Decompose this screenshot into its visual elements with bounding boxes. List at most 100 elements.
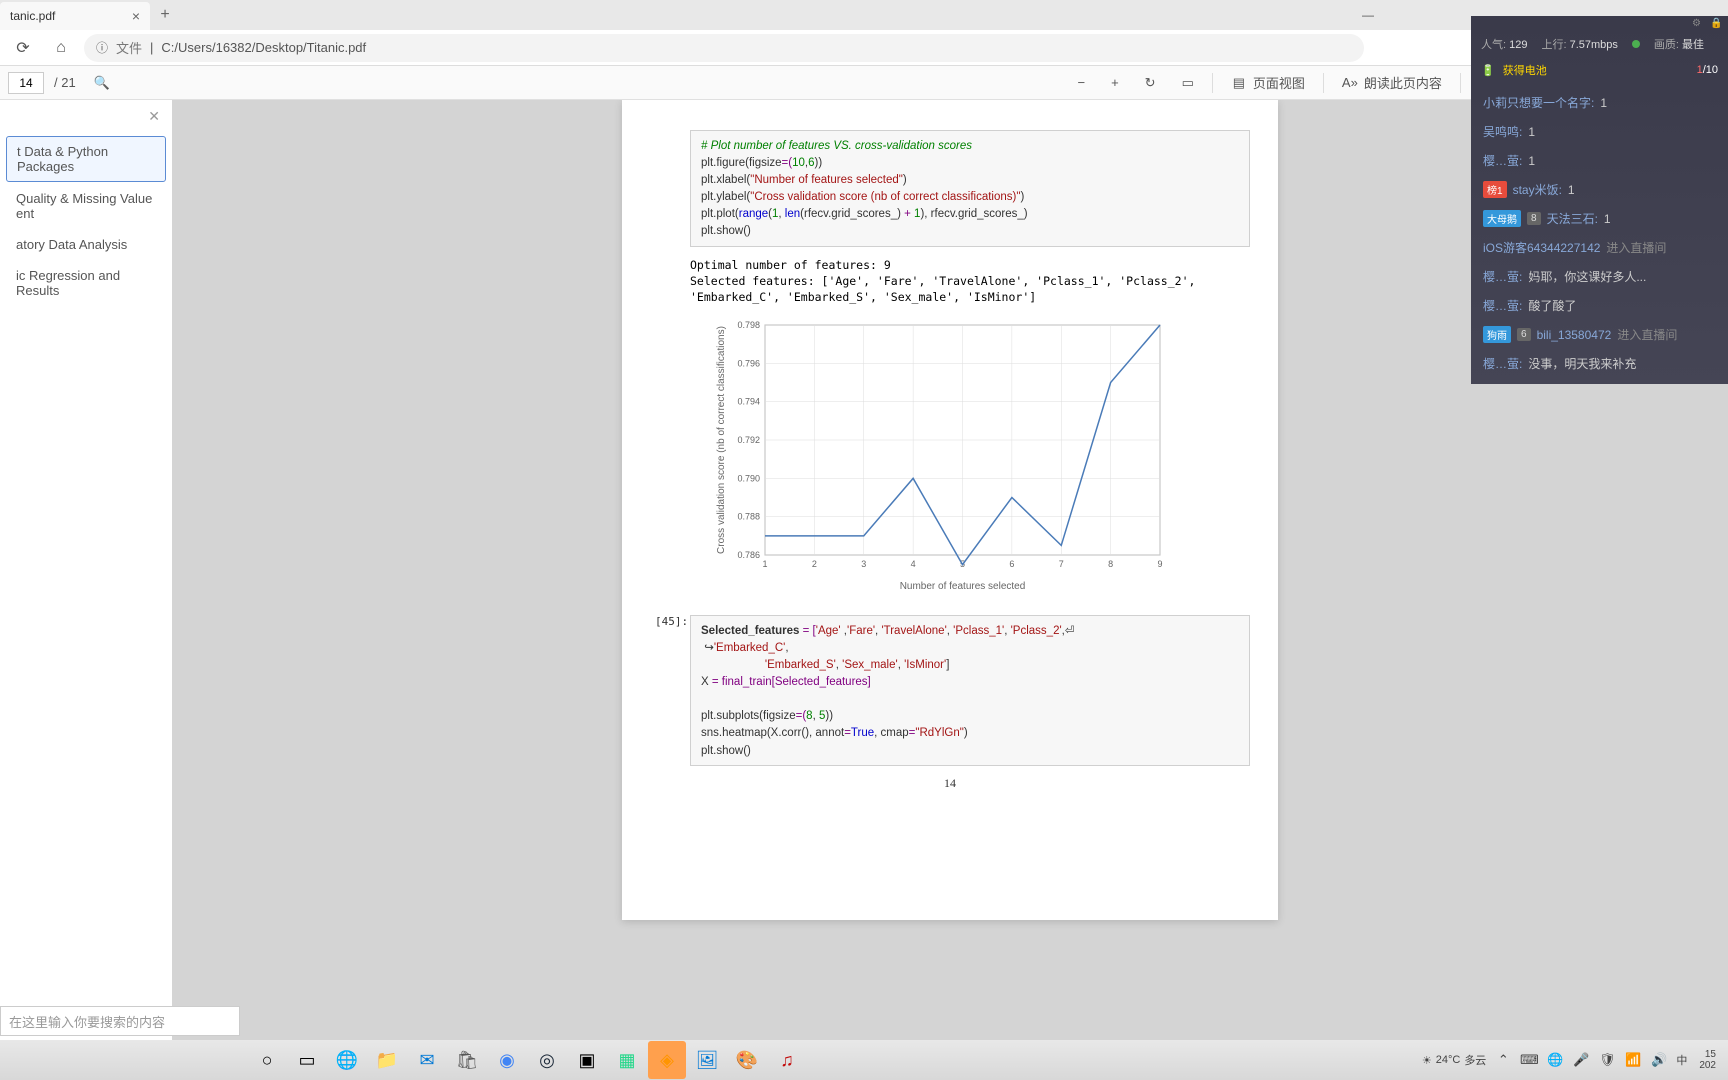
t: plt: [701, 745, 713, 757]
tray-chevron-icon[interactable]: ⌃: [1494, 1051, 1512, 1069]
home-icon[interactable]: ⌂: [46, 33, 76, 63]
store-icon[interactable]: 🛍: [448, 1041, 486, 1079]
paint-icon[interactable]: 🎨: [728, 1041, 766, 1079]
weather-desc: 多云: [1464, 1052, 1486, 1068]
chat-user: 樱…萤:: [1483, 268, 1522, 285]
close-sidebar-icon[interactable]: ✕: [148, 108, 160, 125]
chat-msg: 没事，明天我来补充: [1528, 355, 1636, 372]
chat-msg: 1: [1604, 212, 1611, 226]
chrome-icon[interactable]: ◉: [488, 1041, 526, 1079]
svg-text:0.798: 0.798: [737, 320, 760, 330]
weather-temp: 24°C: [1436, 1054, 1461, 1066]
url-input[interactable]: ⓘ 文件 | C:/Users/16382/Desktop/Titanic.pd…: [84, 34, 1364, 62]
page-view-label: 页面视图: [1253, 73, 1305, 92]
browser-tab-strip: tanic.pdf × + —: [0, 0, 1728, 30]
t: ), rfecv: [920, 208, 954, 220]
code-cell-plot: # Plot number of features VS. cross-vali…: [690, 130, 1250, 247]
new-tab-button[interactable]: +: [150, 6, 180, 24]
chat-item: 樱…萤:没事，明天我来补充: [1471, 349, 1728, 378]
search-placeholder: 在这里输入你要搜索的内容: [9, 1012, 165, 1031]
t: =: [844, 727, 851, 739]
t: +: [904, 208, 914, 220]
t: 'Embarked_C': [714, 642, 786, 654]
t: X: [701, 676, 712, 688]
clock[interactable]: 15 202: [1695, 1049, 1720, 1071]
stream-info-row: 人气: 129 上行: 7.57mbps 画质: 最佳: [1471, 30, 1728, 58]
toc-item-regression[interactable]: ic Regression and Results: [6, 261, 166, 305]
pycharm-icon[interactable]: ▦: [608, 1041, 646, 1079]
zoom-out-button[interactable]: −: [1069, 71, 1093, 94]
chat-msg: 1: [1528, 154, 1535, 168]
page-number-input[interactable]: [8, 72, 44, 94]
chat-item: 樱…萤:1: [1471, 146, 1728, 175]
weather-widget[interactable]: ☀ 24°C 多云: [1422, 1052, 1486, 1068]
volume-icon[interactable]: 🔊: [1650, 1051, 1668, 1069]
explorer-icon[interactable]: 📁: [368, 1041, 406, 1079]
t: ): [1020, 191, 1024, 203]
wifi-icon[interactable]: 📶: [1624, 1051, 1642, 1069]
taskview-icon[interactable]: ▭: [288, 1041, 326, 1079]
gear-icon[interactable]: ⚙: [1692, 18, 1704, 30]
netease-music-icon[interactable]: ♫: [768, 1041, 806, 1079]
fit-page-icon[interactable]: ▭: [1174, 71, 1202, 95]
network-icon[interactable]: 🌐: [1546, 1051, 1564, 1069]
svg-text:1: 1: [762, 559, 767, 569]
search-input[interactable]: 在这里输入你要搜索的内容: [0, 1006, 240, 1036]
mail-icon[interactable]: ✉: [408, 1041, 446, 1079]
t: = [: [803, 625, 816, 637]
search-icon[interactable]: 🔍: [86, 71, 118, 95]
chat-user: 吴鸣鸣:: [1483, 123, 1522, 140]
read-aloud-button[interactable]: A» 朗读此页内容: [1334, 69, 1450, 96]
chat-msg: 进入直播间: [1617, 326, 1677, 343]
quality-value: 最佳: [1682, 39, 1704, 51]
svg-text:2: 2: [812, 559, 817, 569]
chat-user: iOS游客64344227142: [1483, 239, 1600, 256]
code-comment: # Plot number of features VS. cross-vali…: [701, 140, 972, 152]
t: "RdYlGn": [915, 727, 963, 739]
close-icon[interactable]: ×: [132, 8, 140, 24]
code-cell-features: Selected_features = ['Age' ,'Fare', 'Tra…: [690, 615, 1250, 766]
cross-validation-chart: 0.7860.7880.7900.7920.7940.7960.79812345…: [710, 315, 1170, 595]
zoom-in-button[interactable]: +: [1103, 71, 1127, 94]
keyboard-icon[interactable]: ⌨: [1520, 1051, 1538, 1069]
svg-text:Cross validation score (nb of: Cross validation score (nb of correct cl…: [716, 326, 727, 554]
rotate-icon[interactable]: ↻: [1137, 71, 1164, 95]
mic-icon[interactable]: 🎤: [1572, 1051, 1590, 1069]
browser-tab[interactable]: tanic.pdf ×: [0, 2, 150, 30]
t: .plot(: [713, 208, 739, 220]
svg-text:3: 3: [861, 559, 866, 569]
cortana-icon[interactable]: ○: [248, 1041, 286, 1079]
chat-list[interactable]: 小莉只想要一个名字:1 吴鸣鸣:1 樱…萤:1 榜1stay米饭:1 大母鹅8天…: [1471, 82, 1728, 384]
t: =(: [782, 157, 793, 169]
toc-item-eda[interactable]: atory Data Analysis: [6, 230, 166, 259]
security-icon[interactable]: 🛡: [1598, 1051, 1616, 1069]
t: 'Pclass_1': [953, 625, 1004, 637]
t: plt: [701, 208, 713, 220]
t: sns: [701, 727, 719, 739]
tab-title: tanic.pdf: [10, 9, 132, 23]
terminal-icon[interactable]: ▣: [568, 1041, 606, 1079]
chat-item: 狗雨6bili_13580472进入直播间: [1471, 320, 1728, 349]
livehime-icon[interactable]: ◈: [648, 1041, 686, 1079]
steam-icon[interactable]: ◎: [528, 1041, 566, 1079]
minimize-icon[interactable]: —: [1348, 0, 1388, 30]
time-ratio: 1/10: [1697, 64, 1718, 76]
ime-indicator[interactable]: 中: [1676, 1052, 1687, 1068]
toc-sidebar: ✕ t Data & Python Packages Quality & Mis…: [0, 100, 172, 1070]
chat-item: 榜1stay米饭:1: [1471, 175, 1728, 204]
refresh-icon[interactable]: ⟳: [8, 33, 38, 63]
chat-user: bili_13580472: [1537, 328, 1612, 342]
pdf-page: # Plot number of features VS. cross-vali…: [622, 100, 1278, 920]
t: .xlabel(: [713, 174, 750, 186]
toc-item-missing-value[interactable]: Quality & Missing Value ent: [6, 184, 166, 228]
chat-user: 天法三石:: [1547, 210, 1598, 227]
lock-icon[interactable]: 🔒: [1710, 18, 1722, 30]
t: .grid_scores_): [828, 208, 904, 220]
t: .subplots(figsize: [713, 710, 795, 722]
edge-icon[interactable]: 🌐: [328, 1041, 366, 1079]
page-view-button[interactable]: ▤ 页面视图: [1223, 69, 1313, 96]
t: plt: [701, 174, 713, 186]
photos-icon[interactable]: 🖼: [688, 1041, 726, 1079]
chat-item: 小莉只想要一个名字:1: [1471, 88, 1728, 117]
toc-item-data-packages[interactable]: t Data & Python Packages: [6, 136, 166, 182]
